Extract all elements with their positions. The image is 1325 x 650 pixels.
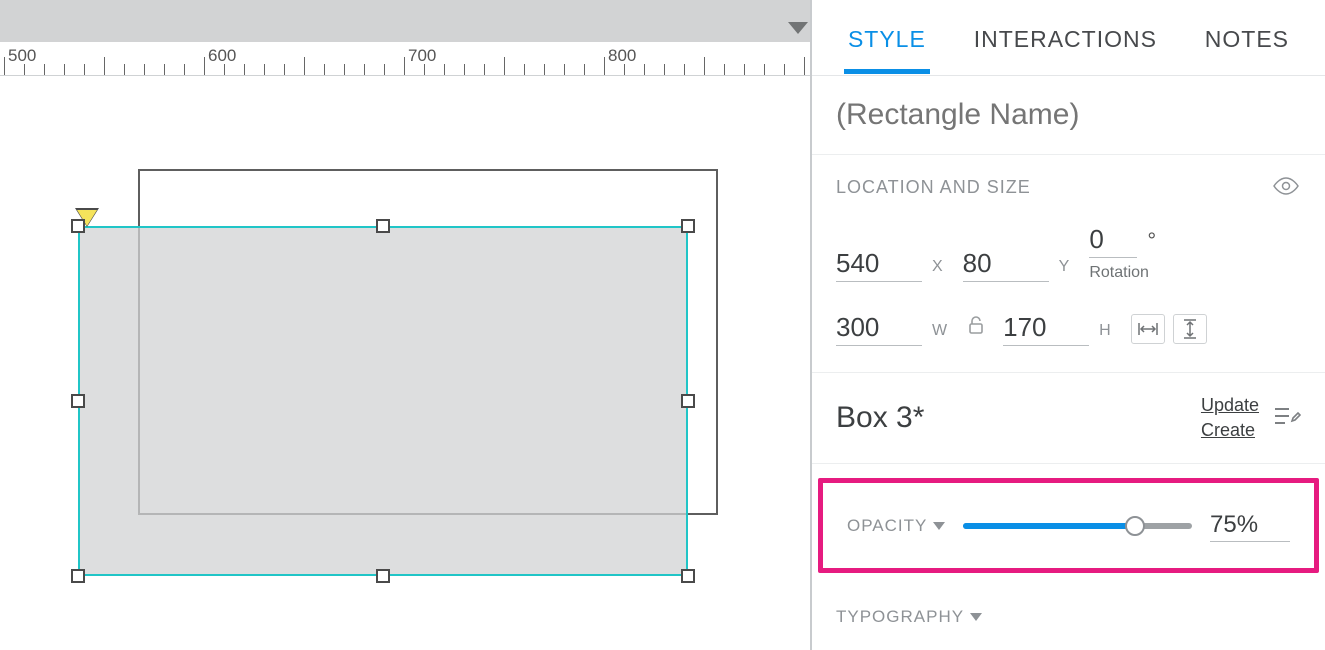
resize-handle[interactable] [681,394,695,408]
selected-rect[interactable] [78,226,688,576]
opacity-section: OPACITY [818,478,1319,573]
widget-name-input[interactable] [836,98,1301,132]
ruler-mark: 500 [8,46,36,66]
inspector-tabs: STYLE INTERACTIONS NOTES [812,0,1325,76]
resize-handle[interactable] [376,219,390,233]
widget-style-section: Box 3* Update Create [812,373,1325,464]
location-size-section: LOCATION AND SIZE X Y ° Rotation [812,155,1325,373]
x-input[interactable] [836,246,922,282]
typography-label: TYPOGRAPHY [836,607,964,627]
typography-section: TYPOGRAPHY [812,587,1325,647]
edit-style-icon[interactable] [1273,404,1301,433]
resize-handle[interactable] [681,569,695,583]
ruler-mark: 800 [608,46,636,66]
ruler-mark: 700 [408,46,436,66]
height-input[interactable] [1003,310,1089,346]
lock-aspect-icon[interactable] [967,315,985,346]
y-input[interactable] [963,246,1049,282]
dropdown-icon[interactable] [788,22,808,34]
update-style-link[interactable]: Update [1201,395,1259,416]
ruler-horizontal[interactable]: 500 600 700 800 [0,42,810,76]
resize-handle[interactable] [681,219,695,233]
create-style-link[interactable]: Create [1201,420,1255,441]
y-label: Y [1059,258,1072,282]
location-size-label: LOCATION AND SIZE [836,177,1301,198]
x-label: X [932,258,945,282]
tab-style[interactable]: STYLE [844,2,930,73]
tab-interactions[interactable]: INTERACTIONS [970,2,1161,73]
opacity-label: OPACITY [847,516,927,536]
inspector-panel: STYLE INTERACTIONS NOTES LOCATION AND SI… [812,0,1325,650]
expand-icon[interactable] [933,522,945,530]
degree-icon: ° [1147,228,1156,258]
opacity-value-input[interactable] [1210,509,1290,542]
canvas-area[interactable] [0,76,810,650]
resize-handle[interactable] [71,219,85,233]
resize-handle[interactable] [71,569,85,583]
widget-style-name[interactable]: Box 3* [836,401,924,435]
resize-handle[interactable] [71,394,85,408]
rotation-label: Rotation [1089,264,1149,282]
canvas-pane: 500 600 700 800 [0,0,810,650]
opacity-slider[interactable] [963,516,1192,536]
resize-handle[interactable] [376,569,390,583]
autofit-width-icon[interactable] [1131,314,1165,344]
w-label: W [932,322,949,346]
width-input[interactable] [836,310,922,346]
tab-notes[interactable]: NOTES [1201,2,1293,73]
autofit-height-icon[interactable] [1173,314,1207,344]
rotation-input[interactable] [1089,222,1137,258]
ruler-mark: 600 [208,46,236,66]
h-label: H [1099,322,1113,346]
widget-name-row [812,76,1325,155]
title-bar [0,0,810,42]
visibility-icon[interactable] [1273,177,1299,200]
expand-icon[interactable] [970,613,982,621]
